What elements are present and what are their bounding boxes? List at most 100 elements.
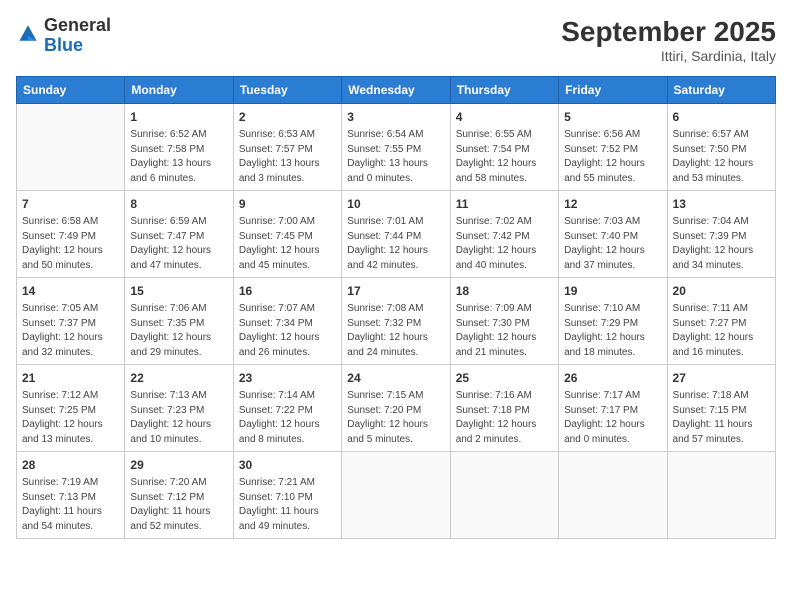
day-info: Sunrise: 7:10 AM Sunset: 7:29 PM Dayligh…: [564, 302, 661, 360]
day-number: 13: [673, 195, 770, 213]
day-number: 29: [130, 456, 227, 474]
day-info: Sunrise: 6:55 AM Sunset: 7:54 PM Dayligh…: [456, 128, 553, 186]
day-info: Sunrise: 7:11 AM Sunset: 7:27 PM Dayligh…: [673, 302, 770, 360]
day-number: 23: [239, 369, 336, 387]
calendar-day-cell: 20 Sunrise: 7:11 AM Sunset: 7:27 PM Dayli…: [667, 278, 775, 365]
day-info: Sunrise: 7:04 AM Sunset: 7:39 PM Dayligh…: [673, 215, 770, 273]
day-number: 12: [564, 195, 661, 213]
calendar-day-cell: 15Sunrise: 7:06 AM Sunset: 7:35 PM Dayli…: [125, 278, 233, 365]
day-info: Sunrise: 7:08 AM Sunset: 7:32 PM Dayligh…: [347, 302, 444, 360]
calendar-day-cell: 30 Sunrise: 7:21 AM Sunset: 7:10 PM Dayli…: [233, 452, 341, 539]
calendar-day-cell: 17 Sunrise: 7:08 AM Sunset: 7:32 PM Dayli…: [342, 278, 450, 365]
calendar-day-cell: [559, 452, 667, 539]
calendar-day-cell: 19 Sunrise: 7:10 AM Sunset: 7:29 PM Dayli…: [559, 278, 667, 365]
day-info: Sunrise: 7:13 AM Sunset: 7:23 PM Dayligh…: [130, 389, 227, 447]
calendar-week-row: 28 Sunrise: 7:19 AM Sunset: 7:13 PM Dayli…: [17, 452, 776, 539]
day-number: 10: [347, 195, 444, 213]
day-info: Sunrise: 6:59 AM Sunset: 7:47 PM Dayligh…: [130, 215, 227, 273]
day-number: 19: [564, 282, 661, 300]
day-number: 25: [456, 369, 553, 387]
page-header: General Blue September 2025 Ittiri, Sard…: [16, 16, 776, 64]
calendar-day-cell: [17, 104, 125, 191]
day-info: Sunrise: 7:21 AM Sunset: 7:10 PM Dayligh…: [239, 476, 336, 534]
calendar-day-cell: 7 Sunrise: 6:58 AM Sunset: 7:49 PM Daylig…: [17, 191, 125, 278]
calendar-day-cell: 11 Sunrise: 7:02 AM Sunset: 7:42 PM Dayli…: [450, 191, 558, 278]
day-number: 9: [239, 195, 336, 213]
calendar-day-header: Wednesday: [342, 77, 450, 104]
day-number: 4: [456, 108, 553, 126]
calendar-day-cell: 28 Sunrise: 7:19 AM Sunset: 7:13 PM Dayli…: [17, 452, 125, 539]
calendar-day-header: Saturday: [667, 77, 775, 104]
day-info: Sunrise: 7:17 AM Sunset: 7:17 PM Dayligh…: [564, 389, 661, 447]
calendar-header-row: SundayMondayTuesdayWednesdayThursdayFrid…: [17, 77, 776, 104]
day-info: Sunrise: 6:53 AM Sunset: 7:57 PM Dayligh…: [239, 128, 336, 186]
day-info: Sunrise: 7:05 AM Sunset: 7:37 PM Dayligh…: [22, 302, 119, 360]
day-info: Sunrise: 6:56 AM Sunset: 7:52 PM Dayligh…: [564, 128, 661, 186]
calendar-day-cell: 12Sunrise: 7:03 AM Sunset: 7:40 PM Dayli…: [559, 191, 667, 278]
day-info: Sunrise: 7:07 AM Sunset: 7:34 PM Dayligh…: [239, 302, 336, 360]
calendar-week-row: 7 Sunrise: 6:58 AM Sunset: 7:49 PM Daylig…: [17, 191, 776, 278]
calendar-day-cell: [667, 452, 775, 539]
day-number: 17: [347, 282, 444, 300]
logo-icon: [16, 23, 40, 43]
calendar-day-cell: 1 Sunrise: 6:52 AM Sunset: 7:58 PM Daylig…: [125, 104, 233, 191]
calendar-day-cell: 13 Sunrise: 7:04 AM Sunset: 7:39 PM Dayli…: [667, 191, 775, 278]
day-info: Sunrise: 7:02 AM Sunset: 7:42 PM Dayligh…: [456, 215, 553, 273]
day-number: 24: [347, 369, 444, 387]
day-info: Sunrise: 7:16 AM Sunset: 7:18 PM Dayligh…: [456, 389, 553, 447]
day-number: 11: [456, 195, 553, 213]
day-info: Sunrise: 6:58 AM Sunset: 7:49 PM Dayligh…: [22, 215, 119, 273]
calendar-day-cell: 24 Sunrise: 7:15 AM Sunset: 7:20 PM Dayli…: [342, 365, 450, 452]
calendar-day-cell: 21Sunrise: 7:12 AM Sunset: 7:25 PM Dayli…: [17, 365, 125, 452]
day-number: 28: [22, 456, 119, 474]
calendar-day-cell: 6Sunrise: 6:57 AM Sunset: 7:50 PM Daylig…: [667, 104, 775, 191]
day-info: Sunrise: 7:09 AM Sunset: 7:30 PM Dayligh…: [456, 302, 553, 360]
day-number: 6: [673, 108, 770, 126]
calendar-day-header: Thursday: [450, 77, 558, 104]
calendar-day-cell: 25 Sunrise: 7:16 AM Sunset: 7:18 PM Dayli…: [450, 365, 558, 452]
calendar-day-cell: 10Sunrise: 7:01 AM Sunset: 7:44 PM Dayli…: [342, 191, 450, 278]
calendar-day-cell: 8 Sunrise: 6:59 AM Sunset: 7:47 PM Daylig…: [125, 191, 233, 278]
calendar-day-cell: 18 Sunrise: 7:09 AM Sunset: 7:30 PM Dayli…: [450, 278, 558, 365]
calendar-day-cell: [342, 452, 450, 539]
calendar-day-cell: 23 Sunrise: 7:14 AM Sunset: 7:22 PM Dayli…: [233, 365, 341, 452]
day-number: 8: [130, 195, 227, 213]
calendar-day-cell: 29 Sunrise: 7:20 AM Sunset: 7:12 PM Dayli…: [125, 452, 233, 539]
day-info: Sunrise: 7:20 AM Sunset: 7:12 PM Dayligh…: [130, 476, 227, 534]
day-number: 7: [22, 195, 119, 213]
day-number: 2: [239, 108, 336, 126]
day-info: Sunrise: 7:14 AM Sunset: 7:22 PM Dayligh…: [239, 389, 336, 447]
day-info: Sunrise: 6:54 AM Sunset: 7:55 PM Dayligh…: [347, 128, 444, 186]
calendar-day-cell: [450, 452, 558, 539]
calendar-day-header: Sunday: [17, 77, 125, 104]
calendar-day-cell: 4 Sunrise: 6:55 AM Sunset: 7:54 PM Daylig…: [450, 104, 558, 191]
location-subtitle: Ittiri, Sardinia, Italy: [561, 48, 776, 64]
calendar-day-cell: 16Sunrise: 7:07 AM Sunset: 7:34 PM Dayli…: [233, 278, 341, 365]
calendar-day-header: Friday: [559, 77, 667, 104]
calendar-day-cell: 27Sunrise: 7:18 AM Sunset: 7:15 PM Dayli…: [667, 365, 775, 452]
day-number: 30: [239, 456, 336, 474]
day-number: 27: [673, 369, 770, 387]
day-info: Sunrise: 7:06 AM Sunset: 7:35 PM Dayligh…: [130, 302, 227, 360]
calendar-week-row: 21Sunrise: 7:12 AM Sunset: 7:25 PM Dayli…: [17, 365, 776, 452]
day-number: 26: [564, 369, 661, 387]
day-number: 1: [130, 108, 227, 126]
day-number: 20: [673, 282, 770, 300]
day-info: Sunrise: 7:19 AM Sunset: 7:13 PM Dayligh…: [22, 476, 119, 534]
day-info: Sunrise: 7:15 AM Sunset: 7:20 PM Dayligh…: [347, 389, 444, 447]
day-info: Sunrise: 7:12 AM Sunset: 7:25 PM Dayligh…: [22, 389, 119, 447]
day-info: Sunrise: 6:52 AM Sunset: 7:58 PM Dayligh…: [130, 128, 227, 186]
calendar-day-header: Tuesday: [233, 77, 341, 104]
day-number: 14: [22, 282, 119, 300]
calendar-day-header: Monday: [125, 77, 233, 104]
logo: General Blue: [16, 16, 111, 56]
day-number: 18: [456, 282, 553, 300]
day-number: 22: [130, 369, 227, 387]
calendar-day-cell: 3Sunrise: 6:54 AM Sunset: 7:55 PM Daylig…: [342, 104, 450, 191]
logo-text: General Blue: [44, 16, 111, 56]
calendar-week-row: 1 Sunrise: 6:52 AM Sunset: 7:58 PM Daylig…: [17, 104, 776, 191]
day-number: 5: [564, 108, 661, 126]
calendar-week-row: 14 Sunrise: 7:05 AM Sunset: 7:37 PM Dayli…: [17, 278, 776, 365]
month-title: September 2025: [561, 16, 776, 48]
calendar-table: SundayMondayTuesdayWednesdayThursdayFrid…: [16, 76, 776, 539]
